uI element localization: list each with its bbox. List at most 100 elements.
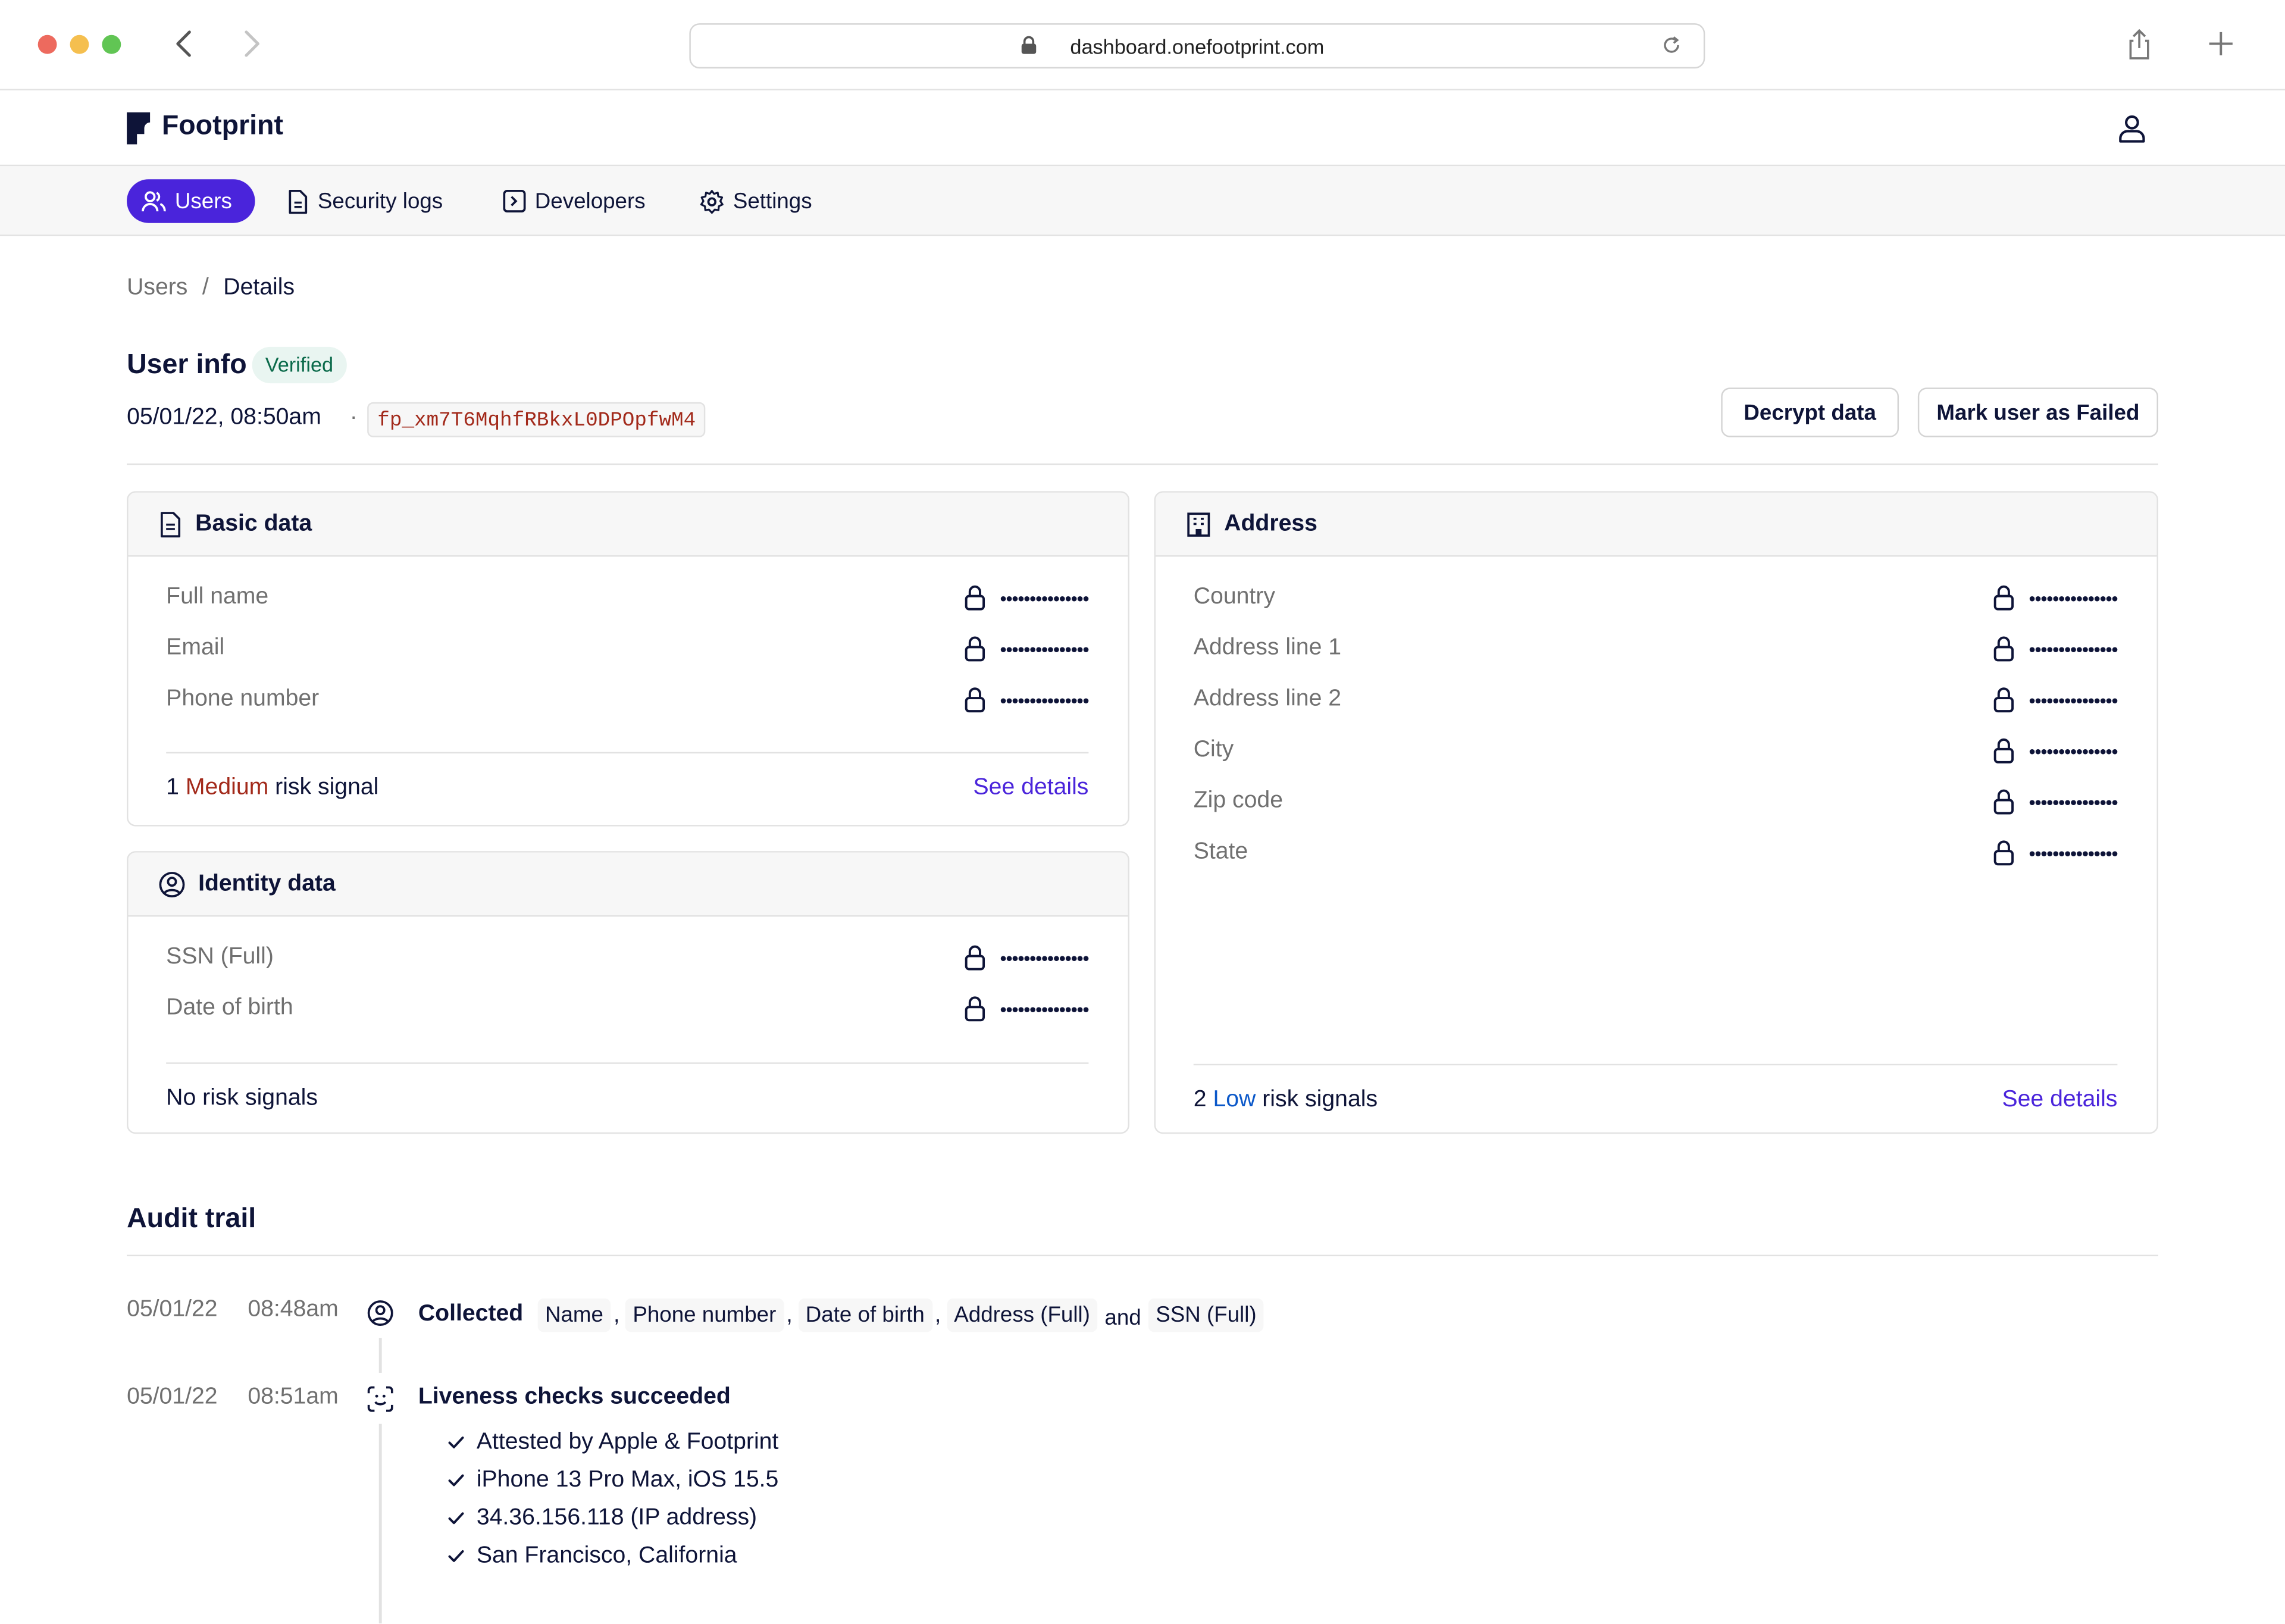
nav-tab-security-logs[interactable]: Security logs [273, 179, 469, 223]
lock-icon [963, 584, 987, 611]
breadcrumb-current: Details [223, 275, 295, 301]
field-row-email: Email ••••••••••••••• [166, 633, 1090, 665]
lock-icon [1992, 584, 2015, 611]
field-label: Country [1193, 584, 1275, 609]
breadcrumb-link-users[interactable]: Users [127, 276, 187, 302]
risk-level: Low [1213, 1087, 1256, 1112]
audit-event-time: 08:48am [248, 1297, 339, 1322]
chip-separator: , [613, 1302, 620, 1327]
app-header: Footprint [0, 90, 2285, 167]
masked-value: ••••••••••••••• [2029, 689, 2118, 711]
reload-icon[interactable] [1661, 35, 1682, 55]
footprint-logo-icon[interactable] [127, 112, 151, 145]
footprint-id-code[interactable]: fp_xm7T6MqhfRBkxL0DPOpfwM4 [367, 402, 706, 437]
card-divider [1193, 1063, 2118, 1066]
timeline-connector [378, 1423, 382, 1624]
nav-tab-label: Developers [534, 189, 646, 214]
lock-icon [963, 636, 987, 662]
logo-text[interactable]: Footprint [162, 111, 283, 143]
user-circle-icon [159, 871, 185, 897]
field-row-date-of-birth: Date of birth ••••••••••••••• [166, 993, 1090, 1025]
lock-icon [963, 686, 987, 713]
timeline-connector [378, 1338, 382, 1373]
terminal-icon [503, 189, 526, 212]
basic-data-card: Basic data Full name ••••••••••••••• Ema… [127, 491, 1129, 827]
masked-value: ••••••••••••••• [2029, 790, 2118, 813]
window-maximize-button[interactable] [102, 35, 121, 54]
main-nav: Users Security logs Developers Settings [0, 166, 2285, 236]
risk-suffix: risk signal [275, 775, 379, 800]
forward-icon[interactable] [240, 29, 264, 58]
risk-count: 2 [1193, 1087, 1207, 1112]
field-label: City [1193, 737, 1234, 762]
masked-value: ••••••••••••••• [1000, 946, 1090, 969]
card-divider [166, 752, 1089, 754]
nav-tab-developers[interactable]: Developers [488, 179, 667, 223]
user-timestamp: 05/01/22, 08:50am [127, 405, 321, 430]
field-row-full-name: Full name ••••••••••••••• [166, 581, 1090, 614]
field-label: Address line 1 [1193, 635, 1342, 661]
check-text: San Francisco, California [476, 1543, 737, 1569]
users-icon [142, 189, 167, 212]
masked-value: ••••••••••••••• [2029, 841, 2118, 864]
audit-event-title: Collected [418, 1301, 524, 1326]
nav-tab-label: Users [174, 189, 232, 214]
decrypt-data-button[interactable]: Decrypt data [1721, 387, 1899, 437]
nav-tab-settings[interactable]: Settings [685, 179, 834, 223]
lock-icon [963, 944, 987, 971]
audit-event-time: 08:51am [248, 1384, 339, 1410]
field-row-ssn: SSN (Full) ••••••••••••••• [166, 941, 1090, 974]
account-icon[interactable] [2117, 114, 2146, 143]
risk-suffix: risk signals [1262, 1087, 1378, 1112]
field-row-city: City ••••••••••••••• [1194, 734, 2118, 766]
liveness-check-item: 34.36.156.118 (IP address) [447, 1506, 757, 1532]
page-title: User info [127, 349, 247, 381]
field-label: Phone number [166, 686, 320, 712]
chip-separator: , [786, 1302, 793, 1327]
data-chip: Phone number [625, 1297, 784, 1332]
window-minimize-button[interactable] [70, 35, 89, 54]
masked-value: ••••••••••••••• [1000, 689, 1090, 711]
nav-tab-label: Security logs [317, 189, 443, 214]
field-row-state: State ••••••••••••••• [1194, 837, 2118, 869]
audit-event-title: Liveness checks succeeded [418, 1384, 731, 1410]
masked-value: ••••••••••••••• [1000, 586, 1090, 609]
audit-event-date: 05/01/22 [127, 1384, 218, 1410]
risk-count: 1 [166, 775, 179, 800]
field-label: Email [166, 635, 225, 661]
user-circle-icon [367, 1300, 393, 1326]
new-tab-icon[interactable] [2206, 29, 2236, 58]
lock-icon [1992, 686, 2015, 713]
address-bar[interactable]: dashboard.onefootprint.com [689, 23, 1705, 69]
card-title: Identity data [198, 871, 336, 896]
check-icon [447, 1549, 465, 1563]
face-scan-icon [367, 1386, 393, 1412]
nav-tab-users[interactable]: Users [127, 179, 255, 223]
browser-toolbar: dashboard.onefootprint.com [0, 0, 2285, 90]
field-label: Full name [166, 584, 269, 609]
card-title: Address [1224, 511, 1317, 536]
card-header: Basic data [128, 492, 1128, 557]
section-divider [127, 1254, 2158, 1257]
risk-level: Medium [185, 775, 269, 800]
data-chip: Date of birth [798, 1297, 932, 1332]
card-title: Basic data [195, 511, 312, 536]
lock-icon [963, 996, 987, 1022]
mark-user-failed-button[interactable]: Mark user as Failed [1917, 387, 2158, 437]
back-icon[interactable] [172, 29, 195, 58]
share-icon[interactable] [2126, 29, 2152, 61]
field-row-country: Country ••••••••••••••• [1194, 581, 2118, 614]
breadcrumb: Users / Details [127, 276, 295, 302]
section-divider [127, 463, 2158, 465]
check-text: Attested by Apple & Footprint [476, 1429, 779, 1455]
data-chip: SSN (Full) [1148, 1297, 1264, 1332]
window-close-button[interactable] [37, 35, 57, 54]
see-details-link[interactable]: See details [2002, 1087, 2118, 1113]
field-label: SSN (Full) [166, 944, 274, 969]
see-details-link[interactable]: See details [974, 775, 1089, 802]
risk-text: No risk signals [166, 1085, 318, 1111]
url-text: dashboard.onefootprint.com [1070, 35, 1325, 58]
risk-summary: 1 Medium risk signal See details [166, 771, 1088, 806]
meta-separator: · [349, 405, 358, 430]
data-chip: Address (Full) [947, 1297, 1098, 1332]
